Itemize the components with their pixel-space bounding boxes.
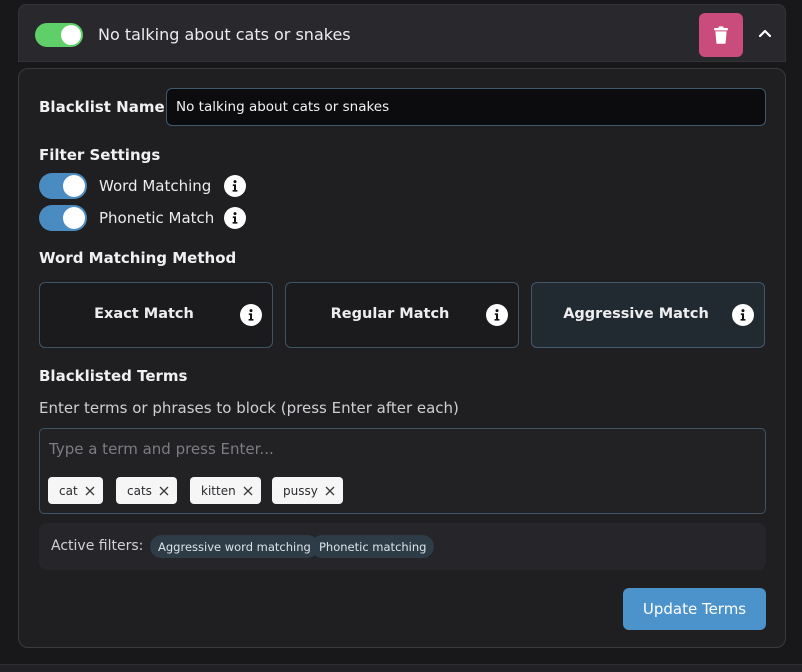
toggle-knob	[63, 207, 85, 229]
active-filters-label: Active filters:	[51, 538, 144, 554]
term-chip: cat	[48, 477, 103, 504]
active-filters-box: Active filters: Aggressive word matching…	[39, 523, 766, 570]
word-matching-label: Word Matching	[99, 177, 212, 195]
method-regular-match[interactable]: Regular Match	[285, 282, 519, 348]
term-chip-label: cat	[59, 483, 78, 498]
term-chip: kitten	[190, 477, 261, 504]
method-aggressive-label: Aggressive Match	[563, 306, 709, 322]
terms-input-placeholder[interactable]: Type a term and press Enter...	[49, 440, 274, 458]
word-matching-toggle[interactable]	[39, 173, 87, 199]
terms-hint: Enter terms or phrases to block (press E…	[39, 399, 459, 417]
term-chip-label: pussy	[283, 483, 318, 498]
collapse-chevron-up-icon[interactable]	[756, 24, 774, 42]
trash-icon	[714, 26, 728, 44]
blacklist-header: No talking about cats or snakes	[18, 4, 786, 62]
remove-term-close-icon[interactable]	[243, 486, 253, 496]
blacklist-name-value: No talking about cats or snakes	[176, 99, 390, 115]
toggle-knob	[61, 25, 81, 45]
exact-match-info-icon[interactable]	[240, 304, 262, 326]
aggressive-match-info-icon[interactable]	[732, 304, 754, 326]
next-item-edge	[0, 664, 802, 672]
method-exact-match[interactable]: Exact Match	[39, 282, 273, 348]
blacklist-enabled-toggle[interactable]	[35, 23, 83, 47]
active-filter-badge: Phonetic matching	[311, 535, 435, 558]
blacklist-edit-panel: Blacklist Name: No talking about cats or…	[18, 68, 786, 648]
blacklist-name-label: Blacklist Name:	[39, 98, 171, 116]
word-matching-info-icon[interactable]	[224, 175, 246, 197]
delete-blacklist-button[interactable]	[699, 13, 743, 57]
term-chip: pussy	[272, 477, 343, 504]
remove-term-close-icon[interactable]	[85, 486, 95, 496]
active-filter-badge: Aggressive word matching	[150, 535, 319, 558]
word-matching-method-heading: Word Matching Method	[39, 249, 237, 267]
term-chip-label: kitten	[201, 483, 236, 498]
remove-term-close-icon[interactable]	[325, 486, 335, 496]
phonetic-match-toggle[interactable]	[39, 205, 87, 231]
term-chip: cats	[116, 477, 177, 504]
method-regular-label: Regular Match	[330, 306, 450, 322]
update-terms-button[interactable]: Update Terms	[623, 588, 766, 630]
method-exact-label: Exact Match	[94, 306, 194, 322]
filter-settings-heading: Filter Settings	[39, 146, 161, 164]
terms-input-box[interactable]: Type a term and press Enter... cat cats …	[39, 428, 766, 514]
phonetic-match-label: Phonetic Match	[99, 209, 215, 227]
remove-term-close-icon[interactable]	[159, 486, 169, 496]
blacklist-title: No talking about cats or snakes	[98, 25, 351, 44]
method-aggressive-match[interactable]: Aggressive Match	[531, 282, 765, 348]
phonetic-match-info-icon[interactable]	[224, 207, 246, 229]
blacklisted-terms-heading: Blacklisted Terms	[39, 367, 188, 385]
regular-match-info-icon[interactable]	[486, 304, 508, 326]
term-chip-label: cats	[127, 483, 152, 498]
blacklist-name-input[interactable]: No talking about cats or snakes	[166, 88, 766, 126]
toggle-knob	[63, 175, 85, 197]
